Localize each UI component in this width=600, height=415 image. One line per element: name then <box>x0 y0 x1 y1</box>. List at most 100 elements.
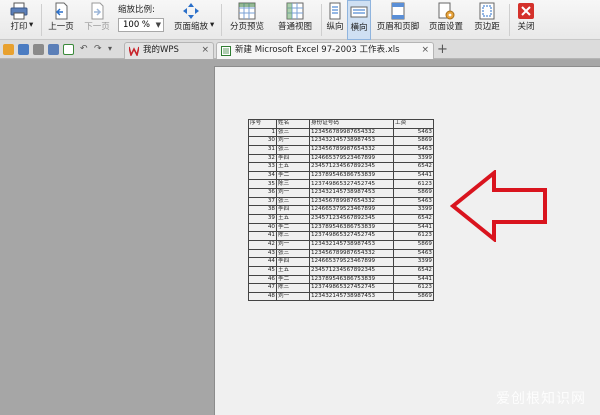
table-row: 38 李四 124665379523467899 3399 <box>248 205 434 216</box>
close-icon[interactable]: × <box>201 43 209 58</box>
cell-salary: 5463 <box>393 144 434 155</box>
print-dropdown-arrow[interactable]: ▾ <box>29 20 33 30</box>
cell-index: 48 <box>248 291 277 302</box>
cell-salary: 5463 <box>393 196 434 207</box>
cell-name: 王五 <box>276 162 310 172</box>
cell-id: 123456789987654332 <box>309 144 394 155</box>
red-arrow-annotation <box>450 170 547 242</box>
header-cell-id: 身份证号码 <box>309 119 394 129</box>
cell-id: 234571234567892345 <box>309 265 394 276</box>
next-page-button[interactable]: 下一页 <box>80 0 114 40</box>
zoom-ratio-value: 100 % <box>123 20 151 30</box>
cell-salary: 6542 <box>393 265 434 276</box>
cell-name: 张三 <box>276 248 310 259</box>
cell-index: 41 <box>248 231 277 241</box>
cell-name: 刘一 <box>276 136 310 146</box>
document-tab-bar: ↶ ↷ ▾ 我的WPS × 新建 Microsoft Excel 97-2003… <box>0 40 600 59</box>
cell-name: 李二 <box>276 222 310 233</box>
toolbar-separator <box>321 4 322 36</box>
cell-index: 43 <box>248 248 277 259</box>
cell-id: 234571234567892345 <box>309 214 394 224</box>
zoom-ratio-label: 缩放比例: <box>118 5 155 15</box>
page-setup-label: 页面设置 <box>428 22 463 32</box>
cell-index: 31 <box>248 144 277 155</box>
toolbar-separator <box>41 4 42 36</box>
margins-button[interactable]: 页边距 <box>469 0 505 40</box>
table-row: 33 王五 234571234567892345 6542 <box>248 162 434 172</box>
cell-name: 李二 <box>276 274 310 285</box>
cell-index: 33 <box>248 162 277 172</box>
portrait-button[interactable]: 纵向 <box>324 0 346 40</box>
table-row: 1 张三 123456789987654332 5463 <box>248 127 434 138</box>
cell-id: 124665379523467899 <box>309 153 394 164</box>
header-footer-label: 页眉和页脚 <box>376 22 420 32</box>
save-icon[interactable] <box>18 44 29 55</box>
cell-name: 张三 <box>276 144 310 155</box>
cell-salary: 3399 <box>393 257 434 267</box>
tab-my-wps[interactable]: 我的WPS × <box>124 42 214 59</box>
cell-name: 刘一 <box>276 239 310 250</box>
page-break-preview-icon <box>238 2 256 20</box>
cell-salary: 6542 <box>393 162 434 172</box>
next-page-label: 下一页 <box>84 22 110 32</box>
cell-name: 陈三 <box>276 179 310 190</box>
table-row: 43 张三 123456789987654332 5463 <box>248 248 434 259</box>
page-zoom-dropdown-arrow[interactable]: ▾ <box>210 20 214 30</box>
header-cell-index: 序号 <box>248 119 277 129</box>
normal-view-button[interactable]: 普通视图 <box>272 0 318 40</box>
cell-index: 32 <box>248 153 277 164</box>
table-row: 42 刘一 123432145738987453 5869 <box>248 239 434 250</box>
close-preview-button[interactable]: 关闭 <box>513 0 539 40</box>
cell-name: 李四 <box>276 257 310 267</box>
data-table: 序号 姓名 身份证号码 工资 1 张三 123456789987654332 5463… <box>248 119 434 302</box>
table-row: 47 陈三 123749865327452745 6123 <box>248 283 434 293</box>
cell-id: 123749865327452745 <box>309 231 394 241</box>
cell-id: 123456789987654332 <box>309 127 394 138</box>
header-footer-icon <box>391 2 405 20</box>
table-row: 46 李二 123789546386753839 5441 <box>248 274 434 285</box>
print-preview-icon[interactable] <box>63 44 74 55</box>
print-icon[interactable] <box>48 44 59 55</box>
spreadsheet-preview: 序号 姓名 身份证号码 工资 1 张三 123456789987654332 5463… <box>248 119 434 302</box>
cell-id: 123749865327452745 <box>309 179 394 190</box>
cell-name: 张三 <box>276 127 310 138</box>
undo-icon[interactable]: ↶ <box>80 44 91 55</box>
spreadsheet-file-icon <box>221 46 231 56</box>
zoom-ratio-select[interactable]: 100 % ▼ <box>118 18 164 32</box>
header-cell-salary: 工资 <box>393 119 434 129</box>
redo-icon[interactable]: ↷ <box>94 44 105 55</box>
normal-view-icon <box>286 2 304 20</box>
prev-page-label: 上一页 <box>48 22 74 32</box>
toolbar-separator <box>509 4 510 36</box>
table-row: 37 张三 123456789987654332 5463 <box>248 196 434 207</box>
cell-id: 123749865327452745 <box>309 283 394 293</box>
cell-index: 44 <box>248 257 277 267</box>
cell-salary: 3399 <box>393 205 434 216</box>
tab-excel-document[interactable]: 新建 Microsoft Excel 97-2003 工作表.xls × <box>216 42 434 59</box>
header-footer-button[interactable]: 页眉和页脚 <box>373 0 423 40</box>
prev-page-button[interactable]: 上一页 <box>44 0 78 40</box>
more-dropdown-icon[interactable]: ▾ <box>108 44 119 55</box>
open-folder-icon[interactable] <box>3 44 14 55</box>
new-tab-icon[interactable]: + <box>437 42 448 57</box>
print-icon <box>10 2 28 20</box>
save-as-icon[interactable] <box>33 44 44 55</box>
close-icon[interactable]: × <box>421 43 429 58</box>
cell-id: 123432145738987453 <box>309 136 394 146</box>
page-setup-button[interactable]: 页面设置 <box>425 0 467 40</box>
table-row: 31 张三 123456789987654332 5463 <box>248 144 434 155</box>
cell-index: 42 <box>248 239 277 250</box>
next-page-icon <box>91 2 104 20</box>
table-row: 36 刘一 123432145738987453 5869 <box>248 188 434 198</box>
chevron-down-icon: ▼ <box>155 21 161 29</box>
cell-id: 124665379523467899 <box>309 257 394 267</box>
table-row: 48 刘一 123432145738987453 5869 <box>248 291 434 302</box>
cell-id: 124665379523467899 <box>309 205 394 216</box>
page-zoom-button[interactable]: 页面缩放 <box>168 0 214 40</box>
landscape-button[interactable]: 横向 <box>347 0 371 40</box>
cell-salary: 6123 <box>393 283 434 293</box>
cell-salary: 5869 <box>393 291 434 302</box>
page-break-preview-button[interactable]: 分页预览 <box>224 0 270 40</box>
cell-name: 李四 <box>276 205 310 216</box>
table-row: 30 刘一 123432145738987453 5869 <box>248 136 434 146</box>
